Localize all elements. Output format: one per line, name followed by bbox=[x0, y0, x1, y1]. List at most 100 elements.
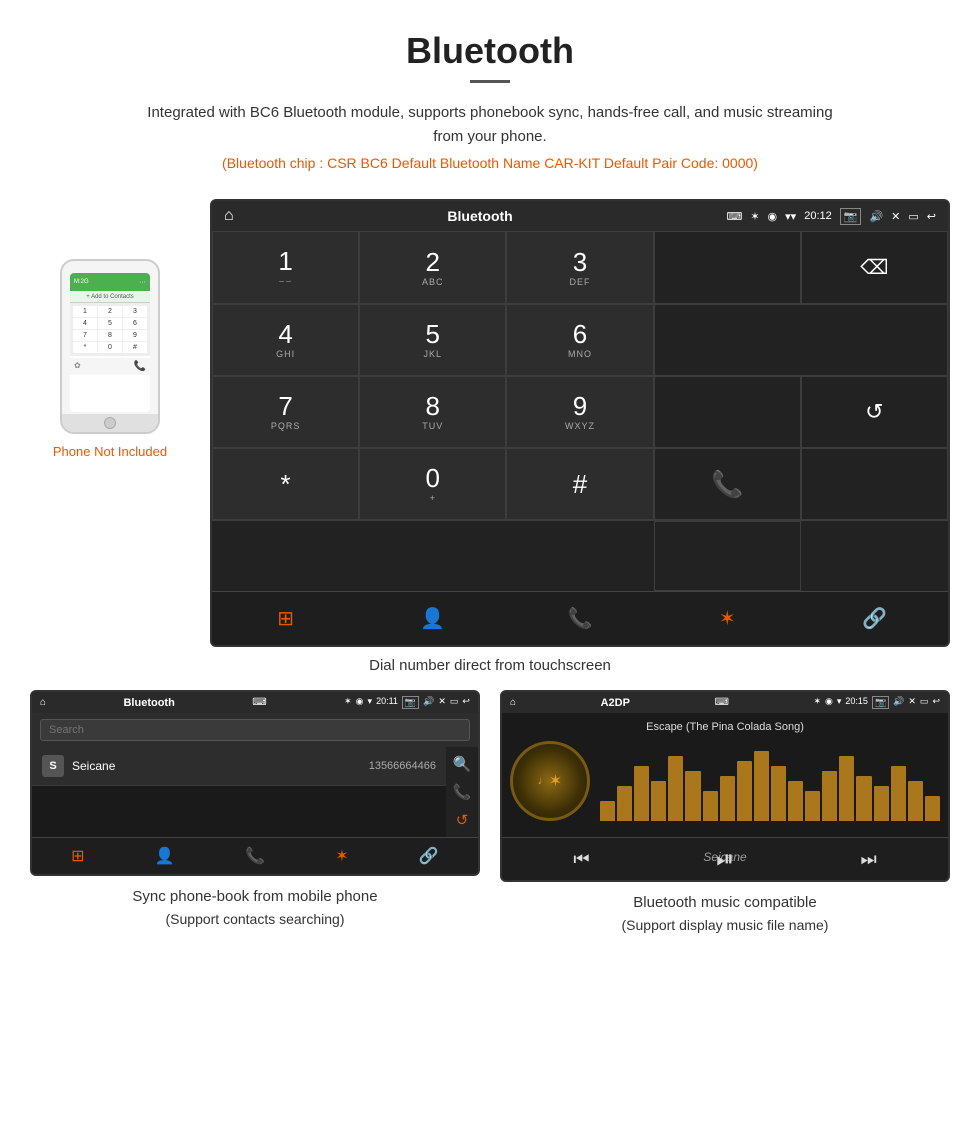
camera-icon[interactable]: 📷 bbox=[840, 208, 862, 225]
key-9[interactable]: 9 WXYZ bbox=[506, 376, 653, 448]
phonebook-screen: ⌂ Bluetooth ⌨ ✶ ◉ ▾ 20:11 📷 🔊 ✕ ▭ ↩ bbox=[30, 690, 480, 876]
contacts-btn[interactable]: 👤 bbox=[359, 592, 506, 645]
key-7[interactable]: 7 PQRS bbox=[212, 376, 359, 448]
bluetooth-btn[interactable]: ✶ bbox=[654, 592, 801, 645]
eq-bar bbox=[754, 751, 769, 821]
pb-loc-icon: ◉ bbox=[356, 696, 364, 709]
endcall-cell[interactable] bbox=[654, 521, 801, 591]
eq-bar bbox=[600, 801, 615, 821]
backspace-cell[interactable]: ⌫ bbox=[801, 231, 948, 304]
phonebook-contacts: S Seicane 13566664466 bbox=[32, 747, 446, 837]
seicane-watermark: Seicane bbox=[703, 850, 746, 864]
eq-bar bbox=[839, 756, 854, 821]
mu-vol-icon[interactable]: 🔊 bbox=[893, 696, 904, 709]
key-0[interactable]: 0 + bbox=[359, 448, 506, 520]
dialpad-btn[interactable]: ⊞ bbox=[212, 592, 359, 645]
eq-bar bbox=[668, 756, 683, 821]
pb-bt-btn[interactable]: ✶ bbox=[335, 846, 348, 866]
call-cell[interactable]: 📞 bbox=[654, 448, 801, 520]
next-btn[interactable]: ⏭ bbox=[860, 849, 876, 870]
contact-number: 13566664466 bbox=[369, 760, 436, 772]
key-8[interactable]: 8 TUV bbox=[359, 376, 506, 448]
pb-dialpad-btn[interactable]: ⊞ bbox=[71, 846, 84, 866]
back-icon[interactable]: ↩ bbox=[927, 210, 936, 223]
eq-bar bbox=[737, 761, 752, 821]
pb-phone-btn[interactable]: 📞 bbox=[245, 846, 265, 866]
mu-signal-icon: ▾ bbox=[837, 696, 842, 709]
eq-bar bbox=[822, 771, 837, 821]
key-2[interactable]: 2 ABC bbox=[359, 231, 506, 304]
page-header: Bluetooth Integrated with BC6 Bluetooth … bbox=[0, 0, 980, 199]
mu-home-icon[interactable]: ⌂ bbox=[510, 697, 516, 708]
phone-screen-header: M:2G ··· bbox=[70, 273, 150, 291]
pb-vol-icon[interactable]: 🔊 bbox=[423, 696, 434, 709]
endcall-row bbox=[212, 520, 948, 591]
prev-btn[interactable]: ⏮ bbox=[573, 849, 589, 870]
bluetooth-music-icon: ✶ bbox=[549, 771, 562, 791]
title-divider bbox=[470, 80, 510, 83]
mu-x-icon[interactable]: ✕ bbox=[908, 696, 916, 709]
mu-loc-icon: ◉ bbox=[825, 696, 833, 709]
eq-bar bbox=[617, 786, 632, 821]
pb-back-icon[interactable]: ↩ bbox=[462, 696, 470, 709]
pb-win-icon[interactable]: ▭ bbox=[450, 696, 459, 709]
phone-not-included-label: Phone Not Included bbox=[53, 444, 167, 459]
eq-bar bbox=[908, 781, 923, 821]
eq-bar bbox=[925, 796, 940, 821]
pb-link-btn[interactable]: 🔗 bbox=[419, 846, 439, 866]
mu-back-icon[interactable]: ↩ bbox=[932, 696, 940, 709]
phone-bottom-bar bbox=[62, 414, 158, 432]
link-btn[interactable]: 🔗 bbox=[801, 592, 948, 645]
mu-win-icon[interactable]: ▭ bbox=[920, 696, 929, 709]
eq-bar bbox=[634, 766, 649, 821]
pb-time: 20:11 bbox=[376, 696, 398, 709]
key-star[interactable]: * bbox=[212, 448, 359, 520]
music-visual: ♩ ✶ bbox=[510, 741, 940, 821]
phonebook-section: ⌂ Bluetooth ⌨ ✶ ◉ ▾ 20:11 📷 🔊 ✕ ▭ ↩ bbox=[30, 690, 480, 936]
phone-side-icon[interactable]: 📞 bbox=[453, 783, 472, 801]
eq-bar bbox=[788, 781, 803, 821]
volume-icon[interactable]: 🔊 bbox=[869, 210, 883, 223]
window-icon[interactable]: ▭ bbox=[908, 210, 918, 223]
eq-bar bbox=[874, 786, 889, 821]
phone-aside: M:2G ··· + Add to Contacts 1 2 3 4 5 6 7… bbox=[30, 199, 190, 459]
refresh-side-icon[interactable]: ↺ bbox=[456, 811, 469, 829]
pb-contacts-btn[interactable]: 👤 bbox=[155, 846, 175, 866]
call-icon: 📞 bbox=[711, 469, 743, 500]
equalizer-bars bbox=[600, 741, 940, 821]
phonebook-body: S Seicane 13566664466 🔍 📞 ↺ bbox=[32, 747, 478, 837]
key-6[interactable]: 6 MNO bbox=[506, 304, 653, 376]
search-side-icon[interactable]: 🔍 bbox=[453, 755, 472, 773]
key-3[interactable]: 3 DEF bbox=[506, 231, 653, 304]
key-5[interactable]: 5 JKL bbox=[359, 304, 506, 376]
pb-statusbar-title: Bluetooth bbox=[123, 697, 174, 709]
eq-bar bbox=[685, 771, 700, 821]
phonebook-search-bar bbox=[32, 713, 478, 747]
refresh-cell[interactable]: ↺ bbox=[801, 376, 948, 448]
main-section: M:2G ··· + Add to Contacts 1 2 3 4 5 6 7… bbox=[0, 199, 980, 647]
phone-image: M:2G ··· + Add to Contacts 1 2 3 4 5 6 7… bbox=[60, 259, 160, 434]
pb-bt-icon: ✶ bbox=[344, 696, 352, 709]
bottom-screens: ⌂ Bluetooth ⌨ ✶ ◉ ▾ 20:11 📷 🔊 ✕ ▭ ↩ bbox=[0, 690, 980, 936]
mu-bt-icon: ✶ bbox=[813, 696, 821, 709]
contact-letter: S bbox=[42, 755, 64, 777]
mu-time: 20:15 bbox=[845, 696, 868, 709]
key-4[interactable]: 4 GHI bbox=[212, 304, 359, 376]
search-input[interactable] bbox=[40, 719, 470, 741]
key-1[interactable]: 1 ⌣⌣ bbox=[212, 231, 359, 304]
mu-cam-icon[interactable]: 📷 bbox=[872, 696, 889, 709]
phone-screen: M:2G ··· + Add to Contacts 1 2 3 4 5 6 7… bbox=[70, 273, 150, 412]
pb-x-icon[interactable]: ✕ bbox=[438, 696, 446, 709]
mu-usb-icon: ⌨ bbox=[714, 697, 728, 708]
phone-btn[interactable]: 📞 bbox=[506, 592, 653, 645]
signal-icon: ▾▾ bbox=[785, 210, 796, 223]
home-icon[interactable]: ⌂ bbox=[224, 207, 234, 225]
music-statusbar: ⌂ A2DP ⌨ ✶ ◉ ▾ 20:15 📷 🔊 ✕ ▭ ↩ bbox=[502, 692, 948, 713]
pb-usb-icon: ⌨ bbox=[252, 697, 266, 708]
pb-cam-icon[interactable]: 📷 bbox=[402, 696, 419, 709]
eq-bar bbox=[651, 781, 666, 821]
close-icon[interactable]: ✕ bbox=[891, 210, 900, 223]
eq-bar bbox=[891, 766, 906, 821]
key-hash[interactable]: # bbox=[506, 448, 653, 520]
pb-home-icon[interactable]: ⌂ bbox=[40, 697, 46, 708]
